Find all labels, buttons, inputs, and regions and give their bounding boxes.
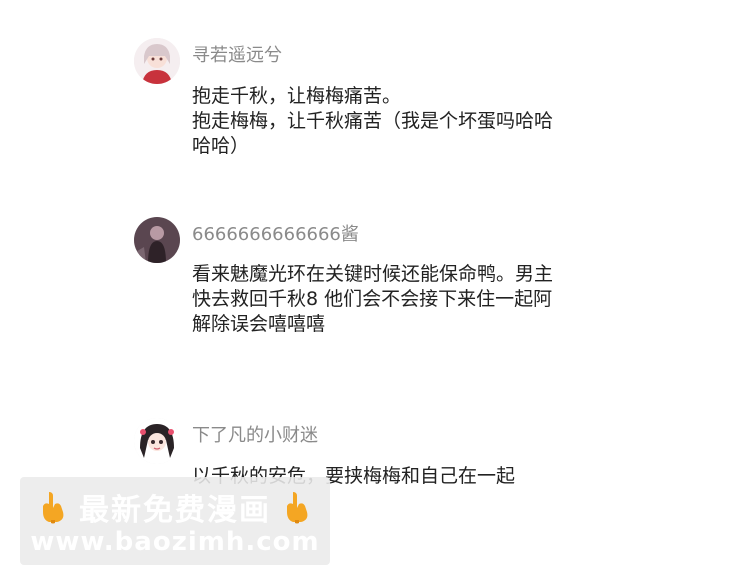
comment-line: 抱走千秋，让梅梅痛苦。: [192, 85, 402, 107]
user-avatar[interactable]: [134, 418, 180, 464]
username[interactable]: 下了凡的小财迷: [192, 421, 318, 447]
user-avatar[interactable]: [134, 38, 180, 84]
pointing-down-hand-icon: [287, 492, 308, 524]
comment-line: 哈哈）: [192, 135, 250, 157]
comment-line: 解除误会嘻嘻嘻: [192, 313, 326, 335]
comment-body: 看来魅魔光环在关键时候还能保命鸭。男主 快去救回千秋8 他们会不会接下来住一起阿…: [192, 262, 612, 337]
comment-line: 看来魅魔光环在关键时候还能保命鸭。男主: [192, 263, 554, 285]
username[interactable]: 6666666666666酱: [192, 220, 359, 246]
comment-line: 抱走梅梅，让千秋痛苦（我是个坏蛋吗哈哈: [192, 110, 554, 132]
site-watermark: 最新免费漫画 www.baozimh.com: [20, 477, 330, 565]
pointing-down-hand-icon: [42, 492, 63, 524]
username[interactable]: 寻若遥远兮: [192, 41, 282, 67]
comment-body: 抱走千秋，让梅梅痛苦。 抱走梅梅，让千秋痛苦（我是个坏蛋吗哈哈 哈哈）: [192, 84, 612, 159]
watermark-url: www.baozimh.com: [30, 527, 320, 557]
comment-line: 快去救回千秋8 他们会不会接下来住一起阿: [192, 288, 553, 310]
watermark-title-row: 最新免费漫画: [20, 485, 330, 529]
watermark-title: 最新免费漫画: [79, 493, 271, 528]
user-avatar[interactable]: [134, 217, 180, 263]
